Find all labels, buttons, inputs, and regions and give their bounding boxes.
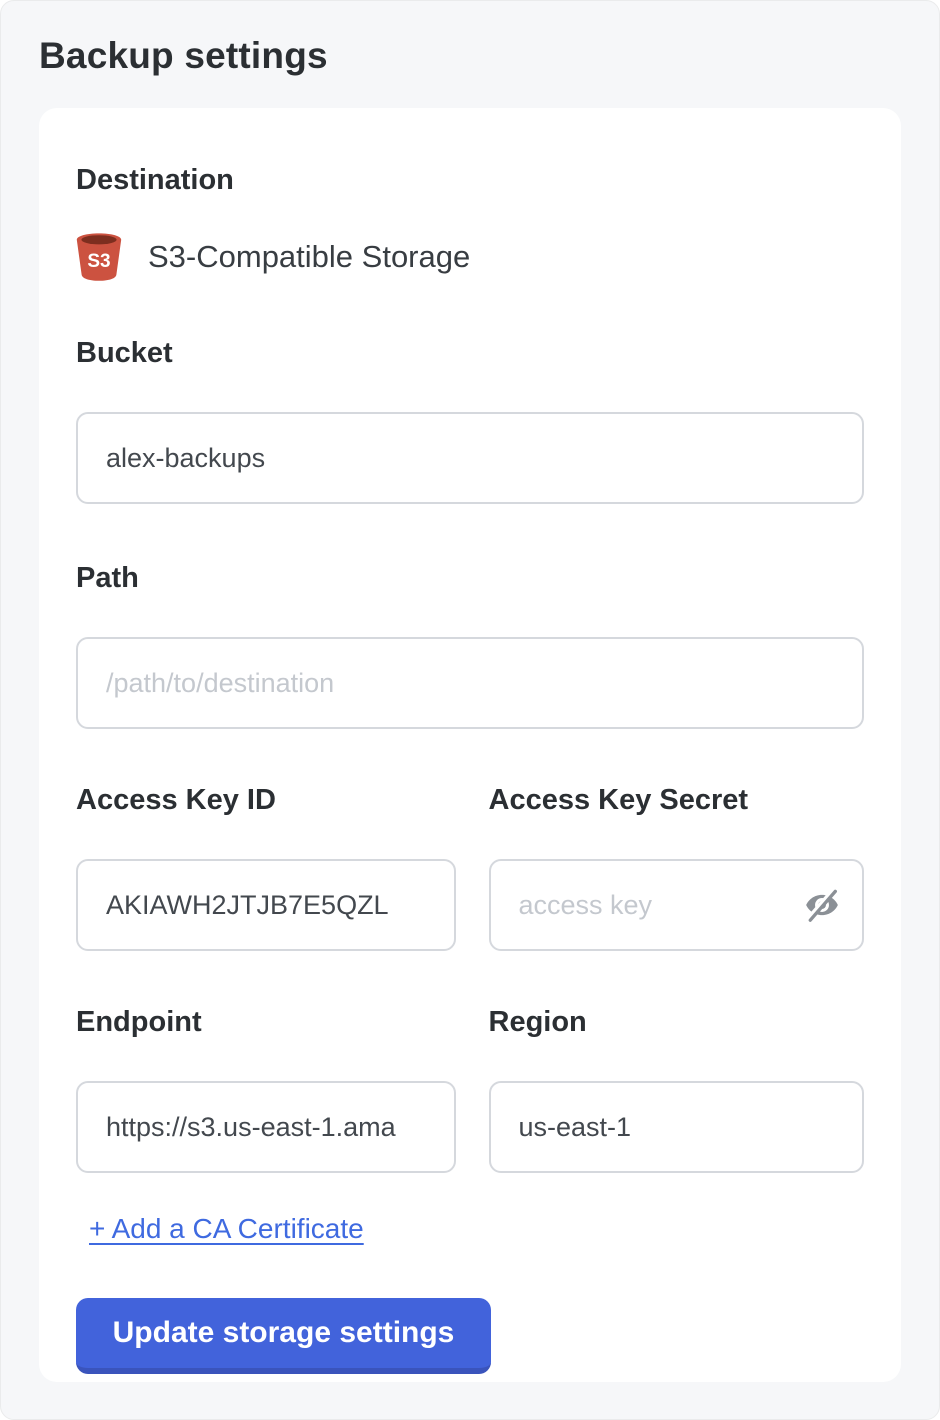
- storage-settings-card: Destination S3 S3-Compatible Storage Buc…: [39, 108, 901, 1382]
- page-title: Backup settings: [39, 35, 901, 77]
- endpoint-region-row: Endpoint Region: [76, 1006, 864, 1173]
- region-field-group: Region: [489, 1006, 865, 1173]
- access-key-id-field-group: Access Key ID: [76, 784, 456, 951]
- svg-text:S3: S3: [87, 251, 110, 272]
- path-input[interactable]: [76, 637, 864, 729]
- bucket-input[interactable]: [76, 412, 864, 504]
- bucket-label: Bucket: [76, 337, 864, 370]
- path-label: Path: [76, 562, 864, 595]
- destination-row: S3 S3-Compatible Storage: [76, 233, 864, 281]
- access-keys-row: Access Key ID Access Key Secret: [76, 784, 864, 951]
- region-input[interactable]: [489, 1081, 865, 1173]
- s3-bucket-icon: S3: [76, 233, 122, 281]
- access-key-secret-label: Access Key Secret: [489, 784, 865, 817]
- eye-slash-icon: [803, 886, 841, 924]
- bucket-field-group: Bucket: [76, 337, 864, 504]
- toggle-secret-visibility-button[interactable]: [802, 885, 842, 925]
- access-key-secret-field-group: Access Key Secret: [489, 784, 865, 951]
- access-key-id-label: Access Key ID: [76, 784, 456, 817]
- destination-label: Destination: [76, 164, 864, 197]
- add-ca-certificate-link[interactable]: + Add a CA Certificate: [89, 1213, 364, 1245]
- update-storage-settings-button[interactable]: Update storage settings: [76, 1298, 491, 1374]
- destination-value: S3-Compatible Storage: [148, 239, 470, 275]
- access-key-id-input[interactable]: [76, 859, 456, 951]
- region-label: Region: [489, 1006, 865, 1039]
- endpoint-label: Endpoint: [76, 1006, 456, 1039]
- endpoint-field-group: Endpoint: [76, 1006, 456, 1173]
- path-field-group: Path: [76, 562, 864, 729]
- backup-settings-page: Backup settings Destination S3 S3-Compat…: [0, 0, 940, 1420]
- endpoint-input[interactable]: [76, 1081, 456, 1173]
